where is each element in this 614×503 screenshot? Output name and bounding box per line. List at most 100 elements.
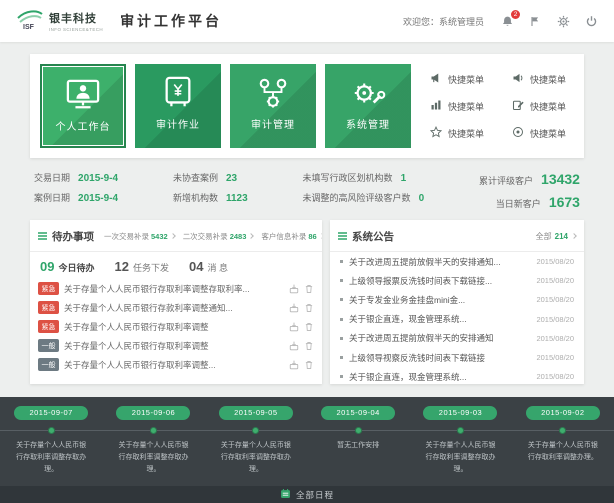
trash-icon[interactable] <box>304 284 314 294</box>
header-actions: 欢迎您：系统管理员 2 <box>403 14 598 28</box>
timeline-entry-text[interactable]: 关于存量个人人民币银行存取利率调整存取办理。 <box>0 437 102 476</box>
quick-menu: 快捷菜单 快捷菜单 快捷菜单 快捷菜单 <box>430 72 574 140</box>
hamburger-icon <box>338 227 347 245</box>
archive-icon[interactable] <box>289 284 299 294</box>
trash-icon[interactable] <box>304 322 314 332</box>
logo-swoosh-icon: ISF <box>16 8 44 35</box>
archive-icon[interactable] <box>289 303 299 313</box>
svg-text:ISF: ISF <box>23 24 35 30</box>
stat-group-pending: 未填写行政区划机构数1 未调整的高风险评级客户数0 <box>303 171 425 210</box>
nav-card: 个人工作台 审计作业 <box>30 54 584 158</box>
timeline-entry-text[interactable]: 关于存量个人人民币银行存取利率调整存取办理。 <box>409 437 511 476</box>
todo-item[interactable]: 紧急 关于存量个人人民币银行存款利率调整通知... <box>30 298 322 317</box>
timeline-entry-text[interactable]: 关于存量个人人民币银行存取利率调整存取办理。 <box>102 437 204 476</box>
tile-label: 审计作业 <box>156 116 200 131</box>
quick-menu-item[interactable]: 快捷菜单 <box>430 126 484 140</box>
counter-second-entry[interactable]: 二次交易补录2483 <box>183 231 254 242</box>
announcement-text: 关于专发金业务金挂盘mini金... <box>349 294 530 306</box>
quick-menu-label: 快捷菜单 <box>448 127 484 140</box>
stat-value: 1123 <box>226 193 248 204</box>
general-badge: 一般 <box>38 339 59 352</box>
stat-label: 未协查案例 <box>173 171 218 184</box>
todo-item[interactable]: 一般 关于存量个人人民币银行存取利率调整 <box>30 336 322 355</box>
timeline-entry-text[interactable]: 关于存量个人人民币银行存取利率调整存取办理。 <box>205 437 307 476</box>
announcement-date: 2015/08/20 <box>536 372 574 381</box>
chevron-right-icon <box>249 233 255 239</box>
hamburger-icon <box>38 227 47 245</box>
stats-bar: 交易日期2015-9-4 案例日期2015-9-4 未协查案例23 新增机构数1… <box>34 171 580 210</box>
schedule-timeline: 2015-09-07 2015-09-06 2015-09-05 2015-09… <box>0 397 614 503</box>
announcements-all-link[interactable]: 全部214 <box>536 231 576 242</box>
tile-audit-manage[interactable]: 审计管理 <box>230 64 316 148</box>
stat-value: 1673 <box>549 194 580 210</box>
announcement-text: 关于银企直连，现金管理系统... <box>349 313 530 325</box>
timeline-dot-icon <box>252 427 259 434</box>
tile-audit-job[interactable]: 审计作业 <box>135 64 221 148</box>
announcement-item[interactable]: 上级领导报票反洗钱时间表下载链接...2015/08/20 <box>330 271 584 290</box>
timeline-entry-text[interactable]: 暂无工作安排 <box>307 437 409 476</box>
quick-menu-item[interactable]: 快捷菜单 <box>430 72 484 86</box>
announcement-date: 2015/08/20 <box>536 295 574 304</box>
quick-menu-label: 快捷菜单 <box>530 127 566 140</box>
trash-icon[interactable] <box>304 360 314 370</box>
announcement-item[interactable]: 关于银企直连，现金管理系统...2015/08/20 <box>330 310 584 329</box>
quick-menu-item[interactable]: 快捷菜单 <box>512 99 566 113</box>
todo-item[interactable]: 紧急 关于存量个人人民币银行存取利率调整 <box>30 317 322 336</box>
archive-icon[interactable] <box>289 360 299 370</box>
tab-today-todo[interactable]: 09今日待办 <box>40 259 94 274</box>
app-header: ISF 银丰科技 INFO SCIENCE&TECH 审计工作平台 欢迎您：系统… <box>0 0 614 42</box>
counter-customer-info[interactable]: 客户信息补录86 <box>261 231 322 242</box>
announcement-item[interactable]: 关于专发金业务金挂盘mini金... 2015/08/20 <box>330 290 584 309</box>
bullet-icon <box>340 337 343 340</box>
todo-item[interactable]: 紧急 关于存量个人人民币银行存取利率调整存取利率... <box>30 279 322 298</box>
archive-icon[interactable] <box>289 341 299 351</box>
tile-system-manage[interactable]: 系统管理 <box>325 64 411 148</box>
announcement-item[interactable]: 关于改进周五提前放假半天的安排通知...2015/08/20 <box>330 252 584 271</box>
announcement-item[interactable]: 关于银企直连，现金管理系统... 2015/08/20 <box>330 367 584 384</box>
star-icon <box>430 126 442 140</box>
stat-label: 新增机构数 <box>173 191 218 204</box>
gear-icon[interactable] <box>556 14 570 28</box>
logo-company-name-en: INFO SCIENCE&TECH <box>49 27 103 32</box>
timeline-dot-icon <box>559 427 566 434</box>
timeline-dates: 2015-09-07 2015-09-06 2015-09-05 2015-09… <box>0 397 614 420</box>
edit-icon <box>512 99 524 113</box>
announcement-text: 关于改进周五提前放假半天的安排通知... <box>349 256 530 268</box>
bullet-icon <box>340 298 343 301</box>
urgent-badge: 紧急 <box>38 320 59 333</box>
notification-badge: 2 <box>511 10 520 19</box>
counter-first-entry[interactable]: 一次交易补录5432 <box>104 231 175 242</box>
horn-icon <box>430 72 442 86</box>
archive-icon[interactable] <box>289 322 299 332</box>
flag-icon[interactable] <box>528 14 542 28</box>
logo-company-name: 银丰科技 <box>49 10 103 26</box>
urgent-badge: 紧急 <box>38 282 59 295</box>
quick-menu-item[interactable]: 快捷菜单 <box>430 99 484 113</box>
tile-personal-workbench[interactable]: 个人工作台 <box>40 64 126 148</box>
quick-menu-label: 快捷菜单 <box>530 73 566 86</box>
todo-item[interactable]: 一般 关于存量个人人民币银行存取利率调整... <box>30 355 322 374</box>
timeline-dot-icon <box>48 427 55 434</box>
tile-label: 审计管理 <box>251 116 295 131</box>
trash-icon[interactable] <box>304 341 314 351</box>
bullet-icon <box>340 318 343 321</box>
stat-value: 2015-9-4 <box>78 173 118 184</box>
all-schedule-button[interactable]: 全部日程 <box>0 486 614 503</box>
bell-icon[interactable]: 2 <box>500 14 514 28</box>
quick-menu-item[interactable]: 快捷菜单 <box>512 72 566 86</box>
power-icon[interactable] <box>584 14 598 28</box>
announcement-item[interactable]: 上级领导视察反洗钱时间表下载链接2015/08/20 <box>330 348 584 367</box>
timeline-dot-icon <box>355 427 362 434</box>
workbench-icon <box>64 76 102 114</box>
announcements-panel-title: 系统公告 <box>352 229 394 244</box>
quick-menu-item[interactable]: 快捷菜单 <box>512 126 566 140</box>
tab-messages[interactable]: 04消 息 <box>189 259 228 274</box>
announcement-text: 关于银企直连，现金管理系统... <box>349 371 530 383</box>
tab-task-dispatch[interactable]: 12任务下发 <box>114 259 168 274</box>
trash-icon[interactable] <box>304 303 314 313</box>
timeline-date-pill: 2015-09-03 <box>423 406 497 420</box>
stat-value: 13432 <box>541 171 580 187</box>
stat-group-dates: 交易日期2015-9-4 案例日期2015-9-4 <box>34 171 118 210</box>
timeline-entry-text[interactable]: 关于存量个人人民币银行存取利率调整办理。 <box>512 437 614 476</box>
announcement-item[interactable]: 关于改进周五提前放假半天的安排通知2015/08/20 <box>330 329 584 348</box>
